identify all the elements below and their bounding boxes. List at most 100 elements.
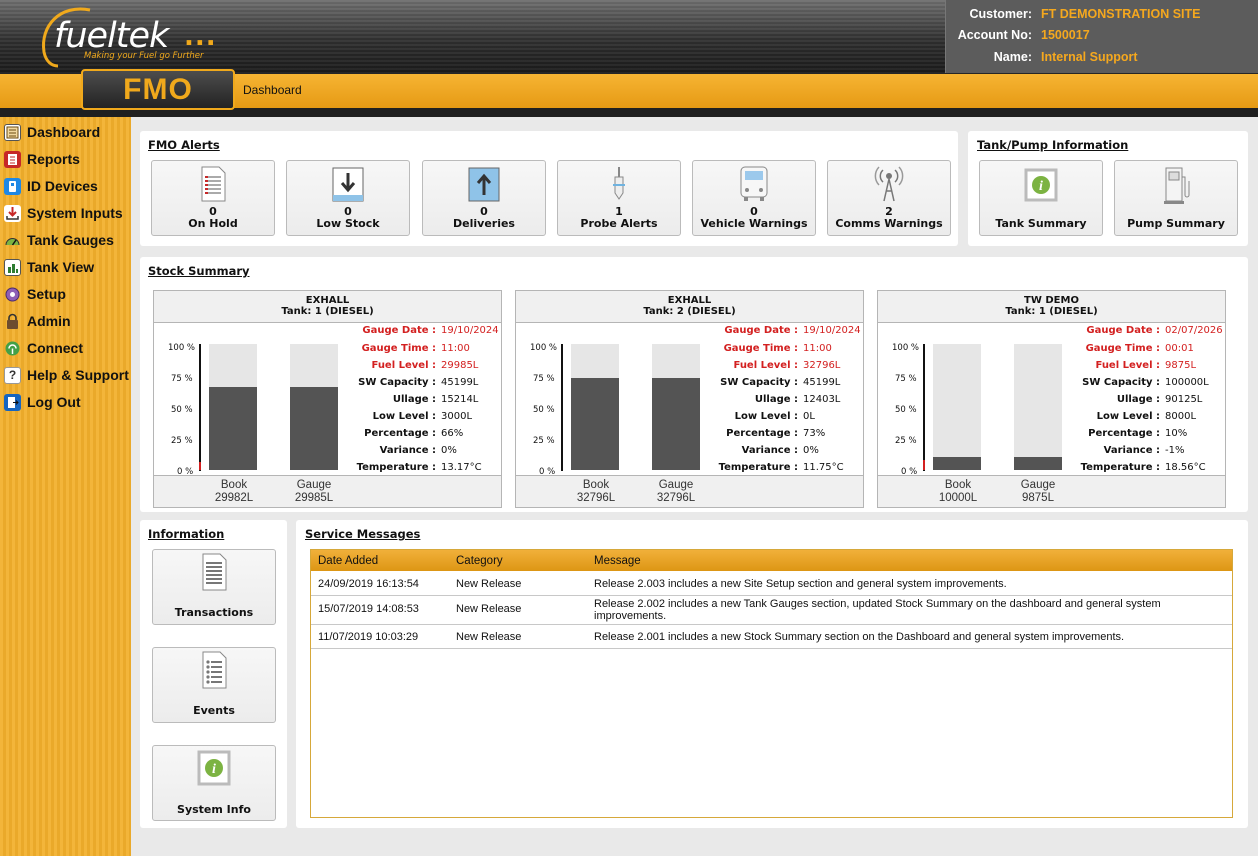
book-bar-fill	[933, 457, 981, 470]
low-level-marker	[199, 462, 201, 470]
y-axis-tick: 25 %	[171, 436, 193, 446]
stock-card-header: TW DEMO Tank: 1 (DIESEL)	[878, 291, 1225, 323]
stat-label: Gauge Date :	[362, 325, 436, 336]
sidebar-item-tank-gauges[interactable]: Tank Gauges	[4, 229, 114, 251]
stat-ullage: Ullage : 12403L	[663, 394, 863, 409]
sidebar-item-label: Admin	[27, 313, 71, 329]
stat-percentage: Percentage : 66%	[301, 428, 501, 443]
sidebar-item-logout[interactable]: Log Out	[4, 391, 81, 413]
sidebar-item-connect[interactable]: Connect	[4, 337, 83, 359]
stat-fuel-level: Fuel Level : 32796L	[663, 360, 863, 375]
alert-tile-comms-warnings[interactable]: 2 Comms Warnings	[827, 160, 951, 236]
pump-summary-tile[interactable]: Pump Summary	[1114, 160, 1238, 236]
stat-value: 0%	[803, 445, 819, 456]
stat-value: 18.56°C	[1165, 462, 1206, 473]
stat-label: Ullage :	[1116, 394, 1160, 405]
stat-value: 0%	[441, 445, 457, 456]
gauge-axis	[561, 344, 563, 471]
table-row[interactable]: 24/09/2019 16:13:54 New Release Release …	[311, 571, 1232, 596]
row-category: New Release	[456, 631, 522, 643]
gauge-value: 32796L	[656, 492, 696, 504]
stat-label: Gauge Time :	[361, 343, 436, 354]
alert-tile-on-hold[interactable]: 0 On Hold	[151, 160, 275, 236]
table-row[interactable]: 15/07/2019 14:08:53 New Release Release …	[311, 596, 1232, 625]
column-header-date[interactable]: Date Added	[318, 555, 378, 567]
y-axis-tick: 100 %	[530, 343, 558, 353]
y-axis-tick: 50 %	[533, 405, 555, 415]
system-info-tile[interactable]: i System Info	[152, 745, 276, 821]
tank-view-icon	[4, 258, 21, 276]
stat-value: 13.17°C	[441, 462, 482, 473]
events-tile[interactable]: Events	[152, 647, 276, 723]
gauge-value: 9875L	[1022, 492, 1054, 504]
stat-value: 15214L	[441, 394, 479, 405]
stat-gauge-time: Gauge Time : 11:00	[663, 343, 863, 358]
stat-sw-capacity: SW Capacity : 45199L	[301, 377, 501, 392]
sidebar-item-system-inputs[interactable]: System Inputs	[4, 202, 123, 224]
stat-value: 0L	[803, 411, 815, 422]
sidebar-item-admin[interactable]: Admin	[4, 310, 71, 332]
stock-card-footer: Book 29982L Gauge 29985L	[154, 477, 501, 507]
pump-summary-label: Pump Summary	[1127, 217, 1225, 230]
row-message: Release 2.003 includes a new Site Setup …	[594, 578, 1007, 590]
sidebar-item-tank-view[interactable]: Tank View	[4, 256, 94, 278]
fueltek-logo[interactable]: fueltek ... Making your Fuel go Further	[38, 6, 238, 68]
column-header-message[interactable]: Message	[594, 555, 641, 567]
stat-gauge-date: Gauge Date : 19/10/2024	[301, 325, 501, 340]
tank-summary-tile[interactable]: i Tank Summary	[979, 160, 1103, 236]
sidebar-item-label: Log Out	[27, 394, 81, 410]
sidebar-item-label: System Inputs	[27, 205, 123, 221]
sidebar-item-id-devices[interactable]: ID Devices	[4, 175, 98, 197]
alert-tile-deliveries[interactable]: 0 Deliveries	[422, 160, 546, 236]
stat-label: Variance :	[379, 445, 436, 456]
stat-value: -1%	[1165, 445, 1185, 456]
stat-value: 19/10/2024	[441, 325, 499, 336]
customer-value: FT DEMONSTRATION SITE	[1041, 7, 1201, 21]
stat-gauge-date: Gauge Date : 19/10/2024	[663, 325, 863, 340]
system-info-icon: i	[153, 750, 275, 788]
sidebar-item-reports[interactable]: Reports	[4, 148, 80, 170]
stat-label: Temperature :	[718, 462, 798, 473]
admin-icon	[4, 313, 21, 330]
book-value: 10000L	[938, 492, 978, 504]
stat-value: 02/07/2026	[1165, 325, 1223, 336]
on-hold-icon	[152, 165, 274, 203]
gauge-label: Gauge	[1020, 479, 1056, 491]
stock-card-body: 100 % 75 % 50 % 25 % 0 % Gauge Date : 19/10/20…	[154, 323, 501, 477]
column-header-category[interactable]: Category	[456, 555, 503, 567]
alert-tile-probe-alerts[interactable]: 1 Probe Alerts	[557, 160, 681, 236]
stat-ullage: Ullage : 15214L	[301, 394, 501, 409]
y-axis-tick: 50 %	[895, 405, 917, 415]
stock-card-tank: Tank: 2 (DIESEL)	[643, 306, 736, 317]
stat-value: 00:01	[1165, 343, 1194, 354]
stat-value: 100000L	[1165, 377, 1209, 388]
gauge-reading: Gauge 9875L	[998, 479, 1078, 505]
sidebar-item-setup[interactable]: Setup	[4, 283, 66, 305]
transactions-tile[interactable]: Transactions	[152, 549, 276, 625]
stat-label: Low Level :	[372, 411, 436, 422]
events-label: Events	[193, 704, 235, 717]
row-category: New Release	[456, 603, 522, 615]
stat-value: 11:00	[803, 343, 832, 354]
stock-summary-title: Stock Summary	[148, 264, 250, 278]
book-reading: Book 29982L	[194, 479, 274, 505]
help-icon: ?	[4, 366, 21, 384]
low-stock-label: Low Stock	[316, 217, 380, 230]
book-label: Book	[220, 479, 248, 491]
stat-label: Gauge Date :	[724, 325, 798, 336]
table-row[interactable]: 11/07/2019 10:03:29 New Release Release …	[311, 625, 1232, 649]
deliveries-label: Deliveries	[453, 217, 515, 230]
stat-value: 11.75°C	[803, 462, 844, 473]
alert-tile-low-stock[interactable]: 0 Low Stock	[286, 160, 410, 236]
sidebar-item-dashboard[interactable]: Dashboard	[4, 121, 100, 143]
stat-percentage: Percentage : 73%	[663, 428, 863, 443]
sidebar-item-help[interactable]: ? Help & Support	[4, 364, 129, 386]
gauge-axis	[923, 344, 925, 471]
stock-card-tank: Tank: 1 (DIESEL)	[281, 306, 374, 317]
stat-value: 29985L	[441, 360, 479, 371]
alert-tile-vehicle-warnings[interactable]: 0 Vehicle Warnings	[692, 160, 816, 236]
svg-text:i: i	[1039, 179, 1043, 194]
transactions-icon	[153, 552, 275, 591]
fmo-badge[interactable]: FMO	[81, 69, 235, 110]
stat-label: Gauge Time :	[1085, 343, 1160, 354]
